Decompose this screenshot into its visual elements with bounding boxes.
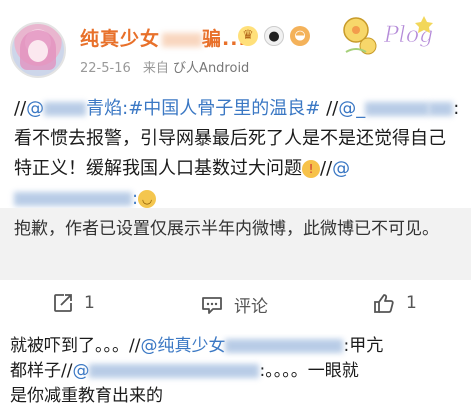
like-count: 1 bbox=[406, 293, 417, 313]
username[interactable]: 纯真少女 骗... bbox=[80, 24, 247, 51]
unavailable-notice: 抱歉，作者已设置仅展示半年内微博，此微博已不可见。 bbox=[0, 208, 471, 280]
plog-sticker: Plog bbox=[343, 16, 433, 55]
comment-mention-2-redaction bbox=[89, 364, 260, 378]
comment-line-2: 都样子//@ :。。。。一眼就 bbox=[10, 359, 465, 384]
source-label[interactable]: び人Android bbox=[173, 61, 249, 76]
comment-mention-2[interactable]: @ bbox=[72, 361, 89, 381]
repost-count: 1 bbox=[84, 293, 95, 313]
comment-line-1-tail: :甲亢 bbox=[343, 336, 384, 356]
user-badges: ♛ ● ◒ bbox=[238, 26, 310, 46]
username-redaction bbox=[162, 32, 203, 47]
source-prefix: 来自 bbox=[142, 61, 169, 76]
laughing-emoji-icon: ◡ bbox=[138, 190, 157, 208]
mention-2[interactable]: @_ bbox=[338, 98, 365, 119]
repost-button[interactable]: 1 bbox=[52, 292, 95, 314]
mention-2-redaction bbox=[365, 102, 430, 116]
post-body: //@ 青焰:#中国人骨子里的温良# //@_:看不惯去报警，引导网暴最后死了人是… bbox=[14, 94, 460, 214]
avatar-face-shape bbox=[28, 40, 48, 62]
comment-mention-1-redaction bbox=[225, 339, 344, 353]
mention-3[interactable]: @ bbox=[332, 158, 350, 179]
mention-2-redaction-2 bbox=[429, 102, 454, 116]
action-bar: 1 评论 1 bbox=[0, 284, 471, 324]
post-meta: 22-5-16 来自 び人Android bbox=[80, 57, 249, 76]
comment-icon bbox=[202, 296, 222, 314]
notice-text: 抱歉，作者已设置仅展示半年内微博，此微博已不可见。 bbox=[14, 219, 439, 239]
hashtag[interactable]: :#中国人骨子里的温良# bbox=[122, 98, 320, 119]
like-button[interactable]: 1 bbox=[372, 292, 417, 314]
shocked-emoji-icon: ! bbox=[302, 160, 320, 178]
post-header: 纯真少女 骗... ♛ ● ◒ 22-5-16 来自 び人Android Plog bbox=[0, 0, 471, 90]
comment-line-2-tail: :。。。。一眼就 bbox=[259, 361, 359, 381]
panda-icon: ● bbox=[264, 26, 284, 46]
comment-line-1: 就被吓到了。。。//@纯真少女 :甲亢 bbox=[10, 334, 465, 359]
comment-line-1-prefix: 就被吓到了。。。// bbox=[10, 336, 141, 356]
thumbs-up-icon bbox=[374, 294, 394, 313]
comment-button[interactable]: 评论 bbox=[200, 292, 268, 317]
bread-icon: ◒ bbox=[290, 26, 310, 46]
repost-separator: // bbox=[320, 98, 339, 119]
mention-1-tail[interactable]: 青焰 bbox=[86, 98, 122, 119]
comment-mention-1[interactable]: @纯真少女 bbox=[140, 336, 225, 356]
timestamp: 22-5-16 bbox=[80, 61, 131, 76]
mention-3-redaction bbox=[14, 192, 132, 206]
repost-separator-2: // bbox=[320, 158, 333, 179]
repost-icon bbox=[54, 294, 72, 312]
comment-preview[interactable]: 就被吓到了。。。//@纯真少女 :甲亢 都样子//@ :。。。。一眼就 是你减重教育… bbox=[10, 334, 465, 409]
repost-prefix: // bbox=[14, 98, 27, 119]
comment-label: 评论 bbox=[234, 297, 268, 317]
username-text: 纯真少女 bbox=[80, 28, 161, 50]
avatar[interactable] bbox=[10, 22, 66, 78]
comment-line-3-text: 是你减重教育出来的 bbox=[10, 386, 163, 406]
comment-line-3: 是你减重教育出来的 bbox=[10, 384, 465, 409]
crown-icon: ♛ bbox=[238, 26, 258, 46]
mention-1[interactable]: @ bbox=[26, 98, 44, 119]
comment-line-2-prefix: 都样子// bbox=[10, 361, 73, 381]
mention-1-redaction bbox=[44, 102, 87, 116]
